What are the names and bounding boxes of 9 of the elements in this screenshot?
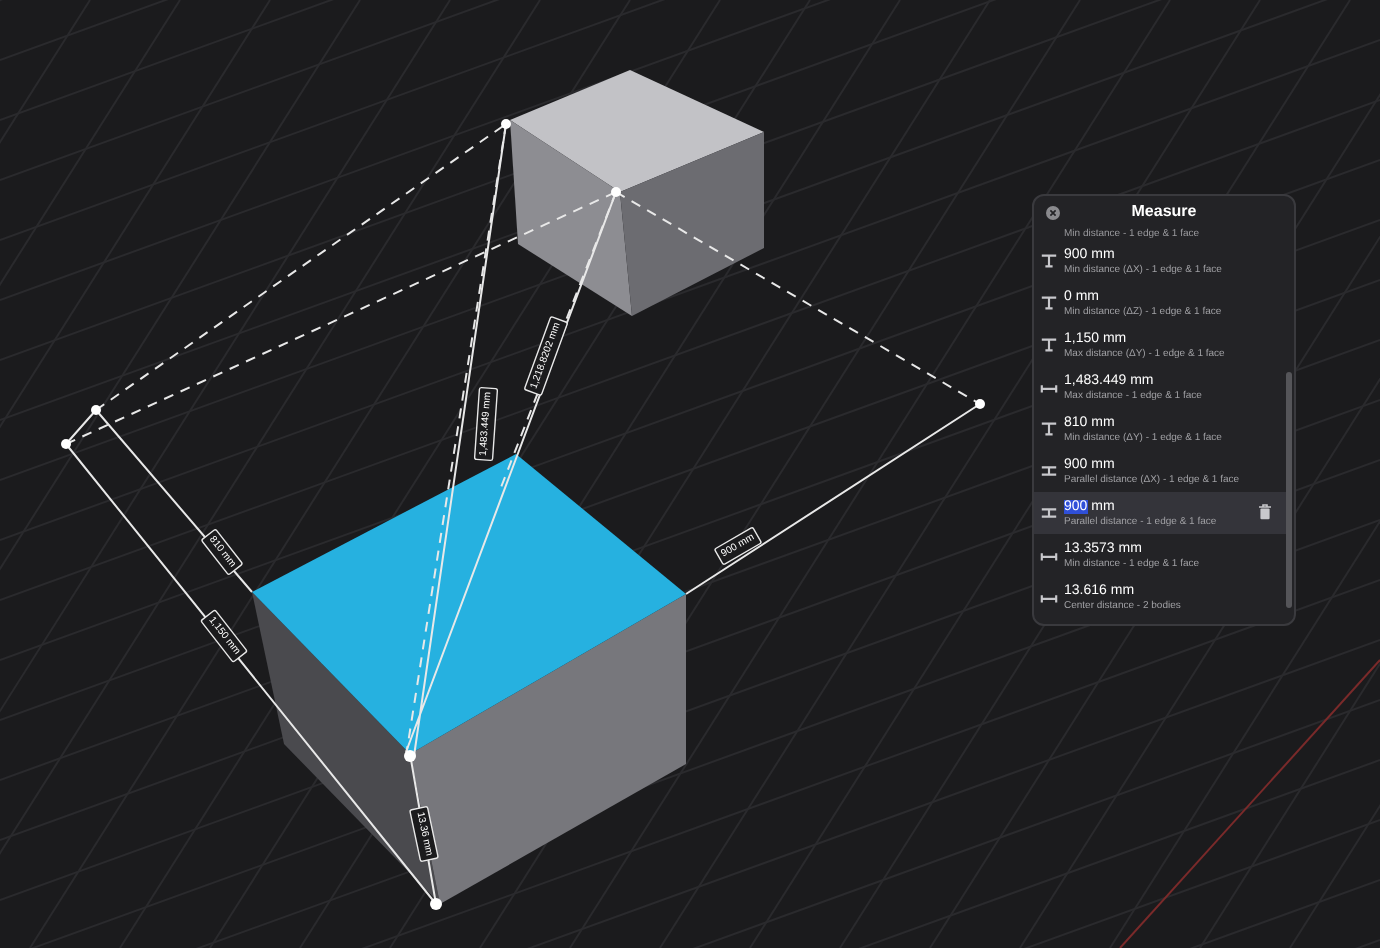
panel-title: Measure bbox=[1129, 200, 1199, 224]
close-icon[interactable] bbox=[1046, 205, 1060, 219]
parallel-lines-icon bbox=[1040, 462, 1058, 480]
trash-icon[interactable] bbox=[1258, 504, 1272, 520]
axis-ruler-icon bbox=[1040, 336, 1058, 354]
axis-ruler-icon bbox=[1040, 252, 1058, 270]
axis-ruler-icon bbox=[1040, 420, 1058, 438]
axis-ruler-icon bbox=[1040, 294, 1058, 312]
parallel-lines-icon bbox=[1040, 504, 1058, 522]
